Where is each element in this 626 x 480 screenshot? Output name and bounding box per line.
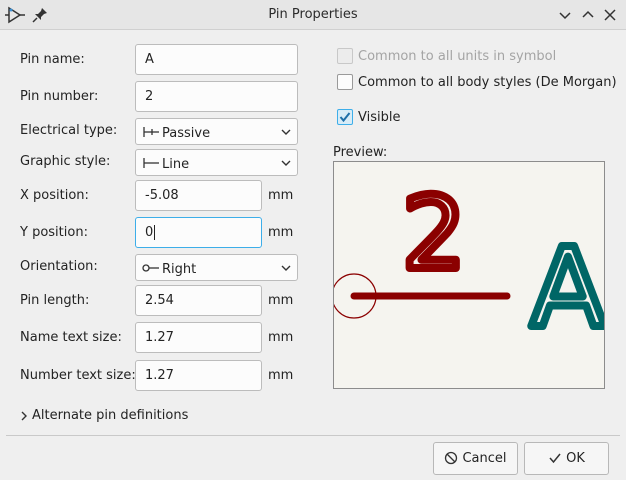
common-body-styles-checkbox[interactable] — [337, 74, 353, 90]
minimize-icon[interactable] — [555, 5, 575, 25]
x-position-input[interactable]: -5.08 — [135, 180, 262, 211]
graphic-style-select[interactable]: Line — [135, 149, 298, 176]
y-position-unit: mm — [268, 225, 294, 240]
pin-name-label: Pin name: — [20, 52, 85, 67]
common-units-checkbox[interactable] — [337, 48, 353, 64]
passive-pin-icon — [143, 127, 159, 137]
electrical-type-value: Passive — [162, 126, 211, 141]
common-units-label: Common to all units in symbol — [358, 49, 557, 64]
close-icon[interactable] — [600, 5, 620, 25]
preview-label: Preview: — [333, 145, 388, 160]
pin-length-unit: mm — [268, 293, 294, 308]
separator — [6, 435, 620, 436]
cancel-icon — [445, 451, 458, 464]
cancel-label: Cancel — [462, 451, 507, 466]
chevron-down-icon — [281, 265, 291, 271]
electrical-type-select[interactable]: Passive — [135, 118, 298, 145]
pin-right-icon — [142, 264, 159, 272]
y-position-label: Y position: — [20, 225, 88, 240]
chevron-down-icon — [281, 160, 291, 166]
chevron-down-icon — [281, 129, 291, 135]
pin-length-label: Pin length: — [20, 293, 90, 308]
x-position-label: X position: — [20, 188, 89, 203]
name-text-size-unit: mm — [268, 330, 294, 345]
pin-length-input[interactable]: 2.54 — [135, 285, 262, 316]
alternate-pin-definitions-toggle[interactable]: Alternate pin definitions — [19, 408, 188, 423]
name-text-size-label: Name text size: — [20, 330, 122, 345]
pin-number-label: Pin number: — [20, 89, 99, 104]
graphic-style-label: Graphic style: — [20, 154, 111, 169]
checkmark-icon — [549, 453, 561, 463]
common-body-styles-label: Common to all body styles (De Morgan) — [358, 75, 617, 90]
number-text-size-input[interactable]: 1.27 — [135, 360, 262, 391]
pin-name-input[interactable]: A — [135, 44, 298, 75]
line-pin-icon — [143, 158, 159, 168]
pin-preview-canvas: 2 A — [333, 161, 605, 389]
number-text-size-unit: mm — [268, 368, 294, 383]
y-position-input[interactable]: 0 — [135, 217, 262, 248]
chevron-right-icon — [21, 411, 27, 420]
number-text-size-label: Number text size: — [20, 368, 136, 383]
orientation-select[interactable]: Right — [135, 254, 298, 281]
ok-label: OK — [566, 451, 585, 466]
graphic-style-value: Line — [162, 157, 190, 172]
preview-pin-name: A — [530, 224, 605, 352]
text-cursor — [154, 225, 156, 240]
orientation-value: Right — [162, 262, 197, 277]
checkmark-icon — [339, 112, 351, 123]
title-bar: Pin Properties — [0, 0, 626, 30]
pin-preview-drawing: 2 A — [334, 171, 605, 356]
visible-checkbox[interactable] — [337, 109, 353, 125]
name-text-size-input[interactable]: 1.27 — [135, 322, 262, 353]
x-position-unit: mm — [268, 188, 294, 203]
window-title: Pin Properties — [268, 7, 358, 22]
ok-button[interactable]: OK — [524, 442, 609, 475]
maximize-icon[interactable] — [578, 5, 598, 25]
pin-number-input[interactable]: 2 — [135, 81, 298, 112]
y-position-value: 0 — [145, 225, 154, 240]
orientation-label: Orientation: — [20, 259, 98, 274]
cancel-button[interactable]: Cancel — [433, 442, 518, 475]
visible-label: Visible — [358, 110, 401, 125]
electrical-type-label: Electrical type: — [20, 123, 118, 138]
alternate-pin-definitions-label: Alternate pin definitions — [32, 408, 189, 423]
preview-pin-number: 2 — [402, 175, 466, 292]
